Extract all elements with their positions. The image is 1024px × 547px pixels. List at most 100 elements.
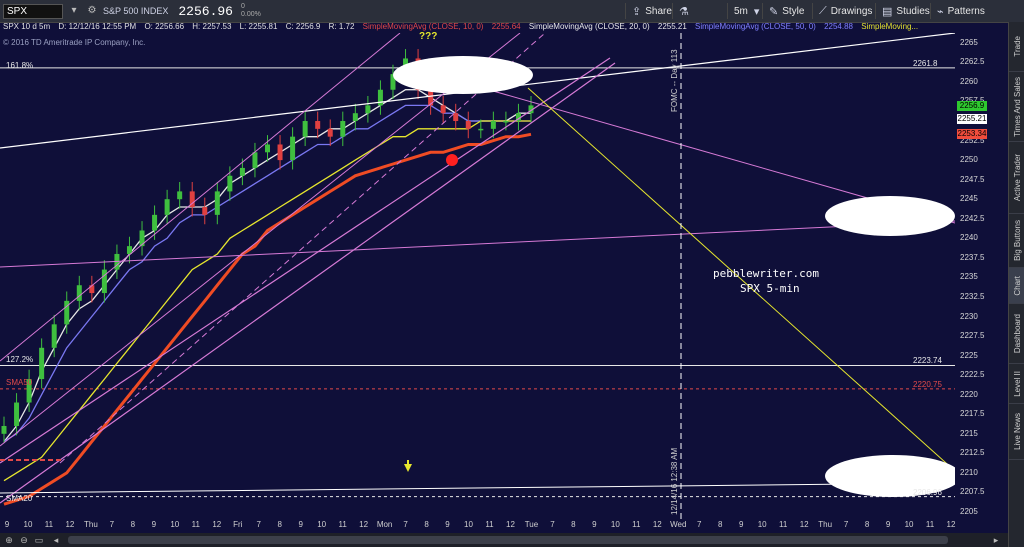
- candle-body: [101, 269, 107, 294]
- time-tick-label: 10: [610, 520, 620, 529]
- time-tick-label: 7: [843, 520, 849, 529]
- sidebar-tab-live-news[interactable]: Live News: [1009, 404, 1024, 460]
- zoom-in-icon[interactable]: ⊕: [3, 534, 15, 546]
- sidebar-tab-chart[interactable]: Chart: [1009, 268, 1024, 304]
- candle-body: [490, 121, 496, 129]
- symbol-input[interactable]: SPX: [3, 3, 63, 19]
- fib-1272-label: 127.2%: [6, 355, 34, 364]
- candle-body: [239, 167, 245, 176]
- highlight-ellipse: [393, 56, 533, 94]
- candle-body: [139, 230, 145, 247]
- sidebar-tab-label: Big Buttons: [1012, 220, 1022, 261]
- price-badge: 2253.34: [957, 128, 987, 139]
- sidebar-tab-big-buttons[interactable]: Big Buttons: [1009, 214, 1024, 268]
- time-tick-label: 10: [904, 520, 914, 529]
- sma50-value: 2254.88: [824, 22, 853, 31]
- sma50-info-label: SimpleMovingAvg (CLOSE, 50, 0): [695, 22, 816, 31]
- chevron-down-icon[interactable]: ▾: [67, 4, 81, 18]
- chevron-down-icon: ▾: [753, 5, 760, 18]
- sidebar-tab-dashboard[interactable]: Dashboard: [1009, 304, 1024, 364]
- time-axis: 9 10 11 12 Thu 7 8 9 10 11 12 Fri 7 8 9 10 11 12 Mon 7 8 9 10 1…: [0, 520, 1008, 532]
- share-button[interactable]: ⇪ Share: [625, 3, 672, 19]
- sidebar-tab-active-trader[interactable]: Active Trader: [1009, 142, 1024, 214]
- time-tick-label: 7: [109, 520, 115, 529]
- time-tick-label: 8: [864, 520, 870, 529]
- sidebar-tab-label: Times And Sales: [1012, 76, 1022, 137]
- sma10-value: 2255.64: [491, 22, 521, 31]
- price-tick-label: 2215: [960, 428, 978, 438]
- time-tick-label: 12: [652, 520, 662, 529]
- sidebar-tab-label: Active Trader: [1012, 153, 1022, 202]
- timeframe-button[interactable]: 5m ▾: [727, 3, 763, 19]
- toolbar: SPX ▾ ⚙ S&P 500 INDEX 2256.96 0 0.00% ⇪ …: [0, 0, 1024, 23]
- bar-date: D: 12/12/16 12:55 PM: [58, 22, 137, 31]
- zoom-out-icon[interactable]: ⊖: [18, 534, 30, 546]
- candle-body: [214, 191, 220, 215]
- net-change: 0: [240, 3, 245, 10]
- sma20-level-label: SMA20: [6, 494, 33, 503]
- fit-icon[interactable]: ▭: [33, 534, 45, 546]
- time-tick-label: Wed: [670, 520, 687, 529]
- level-value-label: 2223.74: [913, 356, 942, 366]
- share-icon: ⇪: [632, 5, 642, 18]
- time-tick-label: 7: [550, 520, 555, 529]
- horizontal-scrollbar[interactable]: ⊕ ⊖ ▭ ◂ ▸: [0, 533, 1008, 547]
- time-tick-label: 9: [738, 520, 744, 529]
- fib-1618-label: 161.8%: [6, 61, 34, 70]
- time-tick-label: Tue: [524, 520, 539, 529]
- price-tick-label: 2212.5: [960, 448, 985, 458]
- time-tick-label: 8: [277, 520, 282, 529]
- candle-body: [465, 121, 471, 129]
- candle-body: [453, 113, 459, 122]
- time-tick-label: 10: [317, 520, 327, 529]
- time-tick-label: 12: [65, 520, 75, 529]
- time-tick-label: 7: [256, 520, 261, 529]
- trend-line: [0, 33, 401, 362]
- price-tick-label: 2222.5: [960, 370, 985, 380]
- candle-body: [164, 199, 170, 215]
- scroll-left-icon[interactable]: ◂: [50, 534, 62, 546]
- candle-body: [227, 175, 233, 192]
- time-tick-label: 10: [170, 520, 180, 529]
- sma20-value: 2255.21: [657, 22, 687, 31]
- sidebar-tab-trade[interactable]: Trade: [1009, 22, 1024, 72]
- candle-body: [478, 128, 484, 131]
- candle-body: [265, 144, 270, 153]
- flask-icon: ⚗: [679, 5, 689, 18]
- flask-button[interactable]: ⚗: [672, 3, 696, 19]
- level-value-label: 2206.96: [913, 487, 942, 497]
- candle-body: [377, 89, 383, 106]
- price-tick-label: 2240: [960, 233, 978, 243]
- fomc-time-annotation: 12/14/16 12:38 AM: [670, 447, 679, 515]
- candle-body: [76, 285, 82, 301]
- marker-dot: [446, 154, 458, 166]
- scroll-right-icon[interactable]: ▸: [990, 534, 1002, 546]
- sidebar-tab-label: Dashboard: [1012, 313, 1022, 354]
- candle-body: [152, 214, 158, 231]
- sidebar-tab-times-and-sales[interactable]: Times And Sales: [1009, 72, 1024, 142]
- price-tick-label: 2237.5: [960, 252, 985, 262]
- candle-body: [440, 105, 446, 114]
- price-tick-label: 2217.5: [960, 409, 985, 419]
- time-tick-label: 12: [359, 520, 369, 529]
- drawings-button[interactable]: ⟋ Drawings: [812, 3, 872, 19]
- price-tick-label: 2220: [960, 389, 978, 399]
- style-button[interactable]: ✎ Style: [762, 3, 804, 19]
- studies-button[interactable]: ▤ Studies: [875, 3, 930, 19]
- sidebar-tab-level-ii[interactable]: Level II: [1009, 364, 1024, 404]
- price-tick-label: 2210: [960, 467, 978, 477]
- scroll-thumb[interactable]: [68, 536, 948, 544]
- candle-body: [51, 324, 57, 348]
- patterns-button[interactable]: ⌁ Patterns: [930, 3, 985, 19]
- timeframe-label: 5m: [734, 5, 748, 17]
- gear-icon[interactable]: ⚙: [85, 4, 99, 18]
- share-label: Share: [645, 5, 672, 17]
- sma10-label: SimpleMovingAvg (CLOSE, 10, 0): [362, 22, 484, 31]
- style-label: Style: [782, 5, 805, 17]
- price-badge: 2255.21: [957, 114, 987, 125]
- price-tick-label: 2230: [960, 311, 978, 321]
- time-tick-label: 8: [571, 520, 576, 529]
- subtitle-annotation: SPX 5-min: [740, 282, 800, 295]
- bar-open: O: 2256.66: [144, 22, 185, 31]
- time-tick-label: 11: [191, 520, 200, 529]
